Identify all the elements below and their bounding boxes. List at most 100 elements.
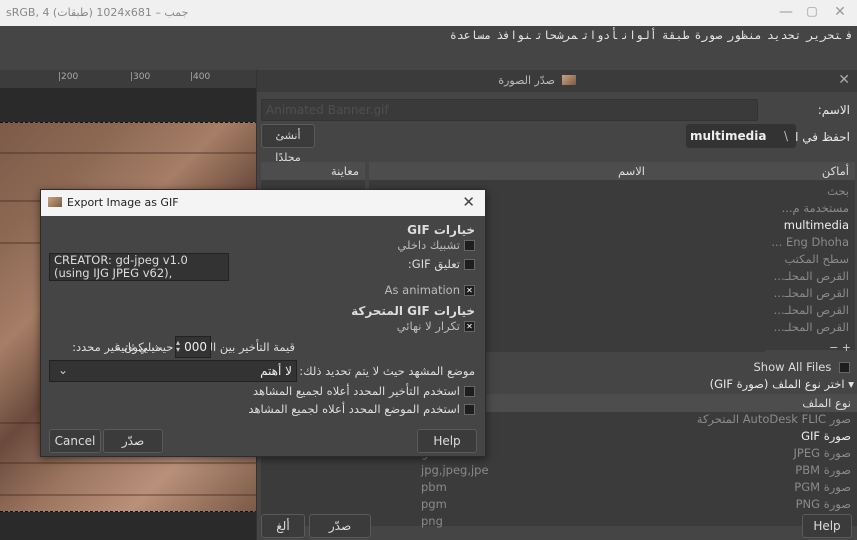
- file-type-item[interactable]: صورة JPEG: [794, 446, 851, 460]
- anim-options-header: خيارات GIF المتحركة: [351, 304, 475, 318]
- places-header: أماكن: [821, 164, 849, 178]
- disposal-select[interactable]: ⌄ لا أهتم: [49, 360, 297, 382]
- filename-value: Animated Banner.gif: [266, 103, 389, 117]
- ruler-tick: |400: [190, 72, 211, 82]
- select-file-type-label: اختر نوع الملف (صورة GIF): [709, 377, 845, 391]
- file-ext-item: png: [421, 514, 443, 528]
- menu-item[interactable]: منظور: [727, 28, 762, 42]
- export-button[interactable]: صدّر: [309, 514, 371, 538]
- help-button[interactable]: Help: [802, 514, 852, 538]
- checkbox-icon: [464, 240, 475, 251]
- use-disposal-all-checkbox[interactable]: استخدم الموضع المحدد أعلاه لجميع المشاهد: [248, 402, 475, 416]
- place-item[interactable]: سطح المكتب: [784, 252, 849, 266]
- file-ext-item: jpg,jpeg,jpe: [421, 463, 489, 477]
- place-item[interactable]: multimedia: [784, 218, 849, 232]
- place-item[interactable]: بحث: [827, 184, 849, 198]
- delay-unit: ميلي ثانية: [115, 340, 162, 354]
- as-animation-label: As animation: [384, 283, 460, 297]
- loop-forever-checkbox[interactable]: ✕ تكرار لا نهائي: [397, 319, 475, 333]
- cancel-button[interactable]: ألغ: [261, 514, 305, 538]
- close-icon[interactable]: ✕: [462, 193, 475, 211]
- place-item[interactable]: Eng Dhoha ...: [771, 235, 849, 249]
- use-delay-all-checkbox[interactable]: استخدم التأخير المحدد أعلاه لجميع المشاه…: [253, 384, 475, 398]
- path-separator: \: [783, 129, 788, 143]
- comment-text: CREATOR: gd-jpeg v1.0 (using IJG JPEG v6…: [54, 253, 188, 280]
- selection-marquee: [0, 122, 258, 123]
- show-all-files-checkbox[interactable]: Show All Files: [754, 360, 850, 374]
- folder-path-bar[interactable]: multimedia \: [686, 124, 796, 148]
- name-column-header[interactable]: الاسم: [618, 164, 645, 178]
- spin-arrows-icon[interactable]: ▴ ▾: [176, 339, 180, 354]
- minimize-button[interactable]: —: [776, 4, 796, 20]
- menu-item[interactable]: طبقة: [662, 28, 690, 42]
- menu-item[interactable]: ف: [846, 28, 853, 42]
- comment-label: تعليق GIF:: [407, 257, 460, 271]
- dropdown-chevron-icon: ⌄: [58, 363, 69, 377]
- gif-options-header: خيارات GIF: [407, 223, 475, 237]
- close-button[interactable]: ✕: [830, 4, 850, 20]
- file-type-item[interactable]: صور AutoDesk FLIC المتحركة: [697, 412, 851, 426]
- dialog-title: صدّر الصورة: [498, 74, 555, 87]
- place-item[interactable]: القرص المحلـ...: [774, 320, 849, 334]
- gif-export-button[interactable]: صدّر: [103, 429, 163, 453]
- interlace-checkbox[interactable]: تشبيك داخلي: [397, 238, 475, 252]
- maximize-button[interactable]: ▢: [802, 4, 822, 18]
- folder-path[interactable]: multimedia: [690, 129, 766, 143]
- close-icon[interactable]: ✕: [838, 72, 850, 88]
- file-ext-item: pgm: [421, 497, 447, 511]
- menu-item[interactable]: أدوات: [583, 28, 618, 42]
- checkbox-checked-icon: ✕: [464, 321, 475, 332]
- file-type-header[interactable]: نوع الملف: [802, 396, 851, 410]
- file-type-item[interactable]: صورة PNG: [796, 497, 851, 511]
- window-title: sRGB, 4 (طبقات) 1024x681 – جمب: [6, 6, 189, 19]
- dialog-header: صدّر الصورة ✕: [257, 70, 857, 92]
- place-item[interactable]: القرص المحلـ...: [774, 303, 849, 317]
- title-bar: sRGB, 4 (طبقات) 1024x681 – جمب — ▢ ✕: [0, 0, 857, 26]
- place-item[interactable]: القرص المحلـ...: [774, 269, 849, 283]
- gif-dialog-title: Export Image as GIF: [67, 196, 179, 209]
- use-disposal-all-label: استخدم الموضع المحدد أعلاه لجميع المشاهد: [248, 402, 460, 416]
- expander-icon: ▾: [848, 377, 854, 391]
- menu-item[interactable]: ألوان: [622, 28, 657, 42]
- name-label: الاسم:: [817, 103, 850, 117]
- menu-item[interactable]: تحديد: [767, 28, 802, 42]
- as-animation-checkbox[interactable]: ✕ As animation: [385, 283, 475, 297]
- selection-marquee: [0, 511, 258, 512]
- select-file-type-expander[interactable]: ▾ اختر نوع الملف (صورة GIF): [710, 377, 854, 391]
- gif-dialog-header: Export Image as GIF ✕: [41, 190, 485, 216]
- menu-item[interactable]: نوافذ: [496, 28, 531, 42]
- delay-spinbutton[interactable]: 000 ▴ ▾: [175, 336, 211, 358]
- preview-header: معاينة: [330, 164, 359, 178]
- delay-value: 000: [184, 340, 207, 354]
- export-gif-dialog: Export Image as GIF ✕ خيارات GIF تشبيك د…: [40, 189, 486, 457]
- file-type-item[interactable]: صورة GIF: [801, 429, 851, 443]
- ruler-tick: |300: [130, 72, 151, 82]
- comment-textarea[interactable]: CREATOR: gd-jpeg v1.0 (using IJG JPEG v6…: [49, 253, 229, 281]
- menu-item[interactable]: مرشحات: [536, 28, 578, 42]
- file-type-item[interactable]: صورة PBM: [795, 463, 851, 477]
- file-type-item[interactable]: صورة PGM: [794, 480, 851, 494]
- use-delay-all-label: استخدم التأخير المحدد أعلاه لجميع المشاه…: [252, 384, 460, 398]
- checkbox-icon: [464, 386, 475, 397]
- comment-checkbox[interactable]: تعليق GIF:: [408, 257, 475, 271]
- places-add-remove[interactable]: − +: [829, 341, 851, 354]
- gif-help-button[interactable]: Help: [417, 429, 477, 453]
- menu-item[interactable]: مساعدة: [450, 28, 492, 42]
- create-folder-button[interactable]: أنشئ مجلدًا: [261, 124, 315, 164]
- gif-cancel-button[interactable]: Cancel: [49, 429, 101, 453]
- ruler-tick: |200: [58, 72, 79, 82]
- place-item[interactable]: مستخدمة م...: [782, 201, 849, 215]
- gimp-icon: [48, 197, 62, 207]
- disposal-value: لا أهتم: [260, 364, 292, 378]
- place-item[interactable]: القرص المحلـ...: [774, 286, 849, 300]
- checkbox-checked-icon: ✕: [464, 285, 475, 296]
- disposal-label: موضع المشهد حيث لا يتم تحديد ذلك:: [299, 364, 475, 378]
- filename-input[interactable]: Animated Banner.gif: [261, 99, 758, 121]
- horizontal-ruler: |200 |300 |400: [0, 70, 258, 89]
- checkbox-icon: [464, 259, 475, 270]
- menu-item[interactable]: تحرير: [806, 28, 841, 42]
- menu-item[interactable]: صورة: [694, 28, 722, 42]
- menu-items: ف تحرير تحديد منظور صورة طبقة ألوان أدوات مرشحات…: [445, 28, 853, 42]
- checkbox-icon: [839, 362, 850, 373]
- places-panel: أماكن بحث مستخدمة م... multimedia Eng Dhoha…: [765, 162, 855, 354]
